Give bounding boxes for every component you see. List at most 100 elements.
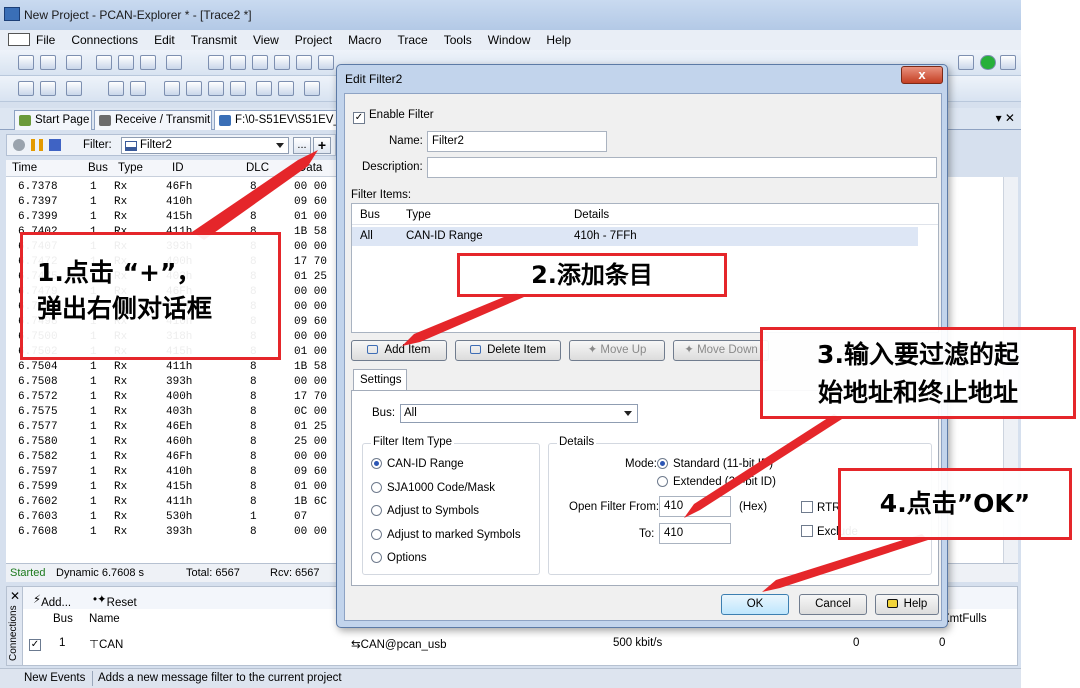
tab-receive-transmit[interactable]: Receive / Transmit <box>94 110 212 130</box>
view-icon[interactable] <box>274 55 290 70</box>
menu-tools[interactable]: Tools <box>442 32 474 48</box>
trace-row[interactable]: 6.7599 1 Rx 415h 8 01 00 <box>6 480 336 495</box>
menu-connections[interactable]: Connections <box>69 32 140 48</box>
cut-icon[interactable] <box>164 81 180 96</box>
trace-row[interactable]: 6.7580 1 Rx 460h 8 25 00 <box>6 435 336 450</box>
tab-settings[interactable]: Settings <box>353 369 407 391</box>
menu-macro[interactable]: Macro <box>346 32 383 48</box>
dialog-close-button[interactable]: x <box>901 66 943 84</box>
filter-more-button[interactable]: ... <box>293 137 311 154</box>
properties-icon[interactable] <box>166 55 182 70</box>
bus-icon[interactable] <box>1000 55 1016 70</box>
cancel-button[interactable]: Cancel <box>799 594 867 615</box>
redo-icon[interactable] <box>278 81 294 96</box>
view-icon[interactable] <box>208 55 224 70</box>
move-down-button[interactable]: ✦ Move Down <box>673 340 769 361</box>
column-header-id[interactable]: ID <box>172 162 184 174</box>
help-button[interactable]: Help <box>875 594 939 615</box>
column-header-bus[interactable]: Bus <box>53 613 73 625</box>
trace-row[interactable]: 6.7572 1 Rx 400h 8 17 70 <box>6 390 336 405</box>
add-filter-button[interactable]: + <box>313 137 331 154</box>
tab-controls-icon[interactable]: ▾ ✕ <box>996 111 1015 125</box>
menu-view[interactable]: View <box>251 32 281 48</box>
pause-icon[interactable] <box>31 139 43 151</box>
chart-icon[interactable] <box>958 55 974 70</box>
trace-row[interactable]: 6.7582 1 Rx 46Fh 8 00 00 <box>6 450 336 465</box>
to-field[interactable]: 410 <box>659 523 731 544</box>
move-up-button[interactable]: ✦ Move Up <box>569 340 665 361</box>
trace-row[interactable]: 6.7603 1 Rx 530h 1 07 <box>6 510 336 525</box>
trace-row[interactable]: 6.7504 1 Rx 411h 8 1B 58 <box>6 360 336 375</box>
view-icon[interactable] <box>230 55 246 70</box>
trace-row[interactable]: 6.7399 1 Rx 415h 8 01 00 <box>6 210 336 225</box>
connections-panel-tab[interactable]: ✕ Connections <box>7 587 23 665</box>
view-icon[interactable] <box>296 55 312 70</box>
reset-button[interactable]: •✦ Reset <box>93 592 137 609</box>
column-header-details[interactable]: Details <box>574 209 609 221</box>
system-menu-icon[interactable] <box>8 33 30 46</box>
column-header-bus[interactable]: Bus <box>88 162 108 174</box>
radio-adjust-symbols[interactable]: Adjust to Symbols <box>371 505 479 517</box>
connected-status-icon[interactable] <box>980 55 996 70</box>
find-icon[interactable] <box>304 81 320 96</box>
column-header-type[interactable]: Type <box>118 162 143 174</box>
menu-project[interactable]: Project <box>293 32 334 48</box>
name-field[interactable]: Filter2 <box>427 131 607 152</box>
filter-select[interactable]: Filter2 <box>121 137 289 154</box>
filter-item-row[interactable]: All CAN-ID Range 410h - 7FFh <box>352 227 918 246</box>
menu-help[interactable]: Help <box>544 32 573 48</box>
menu-file[interactable]: File <box>34 32 57 48</box>
save-icon[interactable] <box>96 55 112 70</box>
save-all-icon[interactable] <box>118 55 134 70</box>
delete-item-button[interactable]: Delete Item <box>455 340 561 361</box>
menu-window[interactable]: Window <box>486 32 533 48</box>
trace-row[interactable]: 6.7508 1 Rx 393h 8 00 00 <box>6 375 336 390</box>
column-header-data[interactable]: Data <box>298 162 322 174</box>
print-icon[interactable] <box>140 55 156 70</box>
cancel-icon[interactable] <box>130 81 146 96</box>
delete-icon[interactable] <box>230 81 246 96</box>
trace-row[interactable]: 6.7608 1 Rx 393h 8 00 00 <box>6 525 336 540</box>
column-header-time[interactable]: Time <box>12 162 37 174</box>
trace-row[interactable]: 6.7597 1 Rx 410h 8 09 60 <box>6 465 336 480</box>
view-icon[interactable] <box>318 55 334 70</box>
connection-row[interactable]: ✓ 1 ⊤ CAN ⇆ CAN@pcan_usb 500 kbit/s 0 0 <box>23 635 1017 652</box>
column-header-bus[interactable]: Bus <box>360 209 380 221</box>
open-folder-icon[interactable] <box>66 55 82 70</box>
copy-icon[interactable] <box>186 81 202 96</box>
new-file-icon[interactable] <box>40 55 56 70</box>
menu-edit[interactable]: Edit <box>152 32 177 48</box>
column-header-dlc[interactable]: DLC <box>246 162 269 174</box>
radio-extended-mode[interactable]: Extended (29-bit ID) <box>657 476 776 488</box>
paste-icon[interactable] <box>208 81 224 96</box>
open-filter-from-field[interactable]: 410 <box>659 496 731 517</box>
back-icon[interactable] <box>40 81 56 96</box>
trace-row[interactable]: 6.7577 1 Rx 46Eh 8 01 25 <box>6 420 336 435</box>
check-icon[interactable] <box>108 81 124 96</box>
rtr-checkbox[interactable]: RTR <box>801 501 840 514</box>
close-icon[interactable]: ✕ <box>10 589 20 603</box>
tab-trace-file[interactable]: F:\0-S51EV\S51EV_V <box>214 110 340 130</box>
trace-row[interactable]: 6.7602 1 Rx 411h 8 1B 6C <box>6 495 336 510</box>
enable-filter-checkbox[interactable]: ✓ Enable Filter <box>353 109 434 124</box>
undo-icon[interactable] <box>256 81 272 96</box>
description-field[interactable] <box>427 157 937 178</box>
column-header-name[interactable]: Name <box>89 613 120 625</box>
add-connection-button[interactable]: ⚡ Add... <box>33 592 71 609</box>
radio-can-id-range[interactable]: CAN-ID Range <box>371 458 464 470</box>
new-project-icon[interactable] <box>18 55 34 70</box>
radio-options[interactable]: Options <box>371 552 427 564</box>
menu-transmit[interactable]: Transmit <box>189 32 239 48</box>
clock-icon[interactable] <box>66 81 82 96</box>
record-icon[interactable] <box>13 139 25 151</box>
view-icon[interactable] <box>252 55 268 70</box>
add-item-button[interactable]: Add Item <box>351 340 447 361</box>
trace-row[interactable]: 6.7575 1 Rx 403h 8 0C 00 <box>6 405 336 420</box>
radio-adjust-marked-symbols[interactable]: Adjust to marked Symbols <box>371 529 521 541</box>
trace-row[interactable]: 6.7378 1 Rx 46Fh 8 00 00 <box>6 180 336 195</box>
column-header-type[interactable]: Type <box>406 209 431 221</box>
ok-button[interactable]: OK <box>721 594 789 615</box>
menu-trace[interactable]: Trace <box>395 32 429 48</box>
tab-start-page[interactable]: Start Page <box>14 110 92 130</box>
bus-select[interactable]: All <box>400 404 638 423</box>
